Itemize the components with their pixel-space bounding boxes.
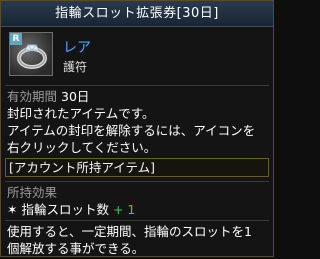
- item-rarity: レア: [63, 40, 91, 56]
- divider: [5, 181, 269, 182]
- effect-value: + 1: [112, 202, 136, 217]
- validity-label: 有効期間: [7, 89, 58, 104]
- account-item-label: [アカウント所持アイテム]: [9, 160, 156, 175]
- ring-icon: [17, 44, 47, 69]
- description-line: アイテムの封印を解除するには、アイコンを: [7, 123, 256, 138]
- description-line: 封印されたアイテムです。: [7, 106, 155, 121]
- item-category: 護符: [63, 60, 88, 74]
- effect-row: ✶ 指輪スロット数 + 1: [7, 201, 135, 218]
- star-bullet-icon: ✶: [7, 202, 18, 217]
- item-title: 指輪スロット拡張券[30日]: [55, 6, 219, 21]
- divider: [5, 220, 269, 221]
- description-line: 右クリックしてください。: [7, 140, 157, 155]
- account-item-box: [アカウント所持アイテム]: [5, 158, 269, 177]
- validity-value: 30日: [61, 89, 90, 104]
- tooltip-title-bar: 指輪スロット拡張券[30日]: [1, 1, 273, 27]
- usage-line: 個解放する事ができる。: [7, 241, 145, 256]
- divider: [5, 85, 269, 86]
- item-icon-slot[interactable]: R: [9, 32, 53, 76]
- effect-name: 指輪スロット数: [21, 202, 109, 217]
- item-tooltip: 指輪スロット拡張券[30日] R レア 護符 有効期間 30日 封印されたアイテ…: [0, 0, 274, 257]
- effect-header: 所持効果: [7, 185, 58, 200]
- usage-line: 使用すると、一定期間、指輪のスロットを1: [7, 224, 252, 239]
- validity-row: 有効期間 30日: [7, 88, 89, 105]
